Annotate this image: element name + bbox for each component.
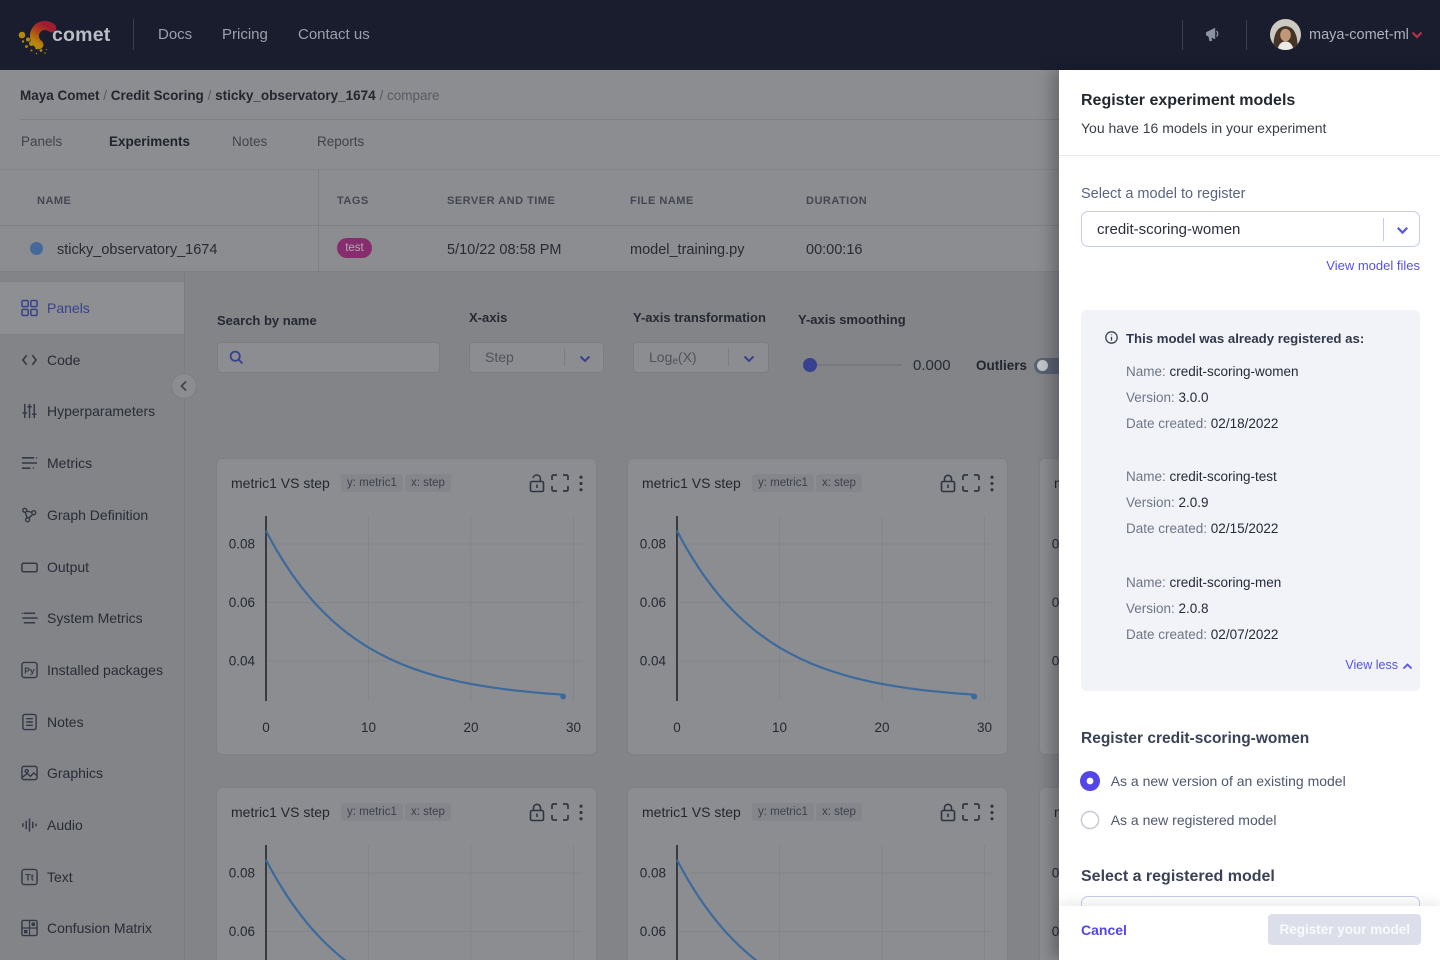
svg-text:0.04: 0.04 xyxy=(229,654,256,669)
svg-text:0.08: 0.08 xyxy=(229,537,255,552)
svg-text:Py: Py xyxy=(24,665,35,675)
svg-text:0: 0 xyxy=(673,720,681,735)
svg-text:10: 10 xyxy=(361,720,376,735)
svg-text:0.04: 0.04 xyxy=(640,654,667,669)
svg-text:30: 30 xyxy=(977,720,992,735)
svg-text:30: 30 xyxy=(566,720,581,735)
svg-text:0: 0 xyxy=(262,720,270,735)
svg-text:0.08: 0.08 xyxy=(229,866,255,881)
svg-text:0.06: 0.06 xyxy=(640,595,666,610)
svg-text:10: 10 xyxy=(772,720,787,735)
svg-text:Tt: Tt xyxy=(25,872,33,882)
svg-text:20: 20 xyxy=(874,720,889,735)
svg-text:0.06: 0.06 xyxy=(640,924,666,939)
svg-text:0.08: 0.08 xyxy=(640,537,666,552)
svg-text:0.06: 0.06 xyxy=(229,595,255,610)
svg-text:0.06: 0.06 xyxy=(229,924,255,939)
svg-text:0.08: 0.08 xyxy=(640,866,666,881)
svg-text:20: 20 xyxy=(463,720,478,735)
